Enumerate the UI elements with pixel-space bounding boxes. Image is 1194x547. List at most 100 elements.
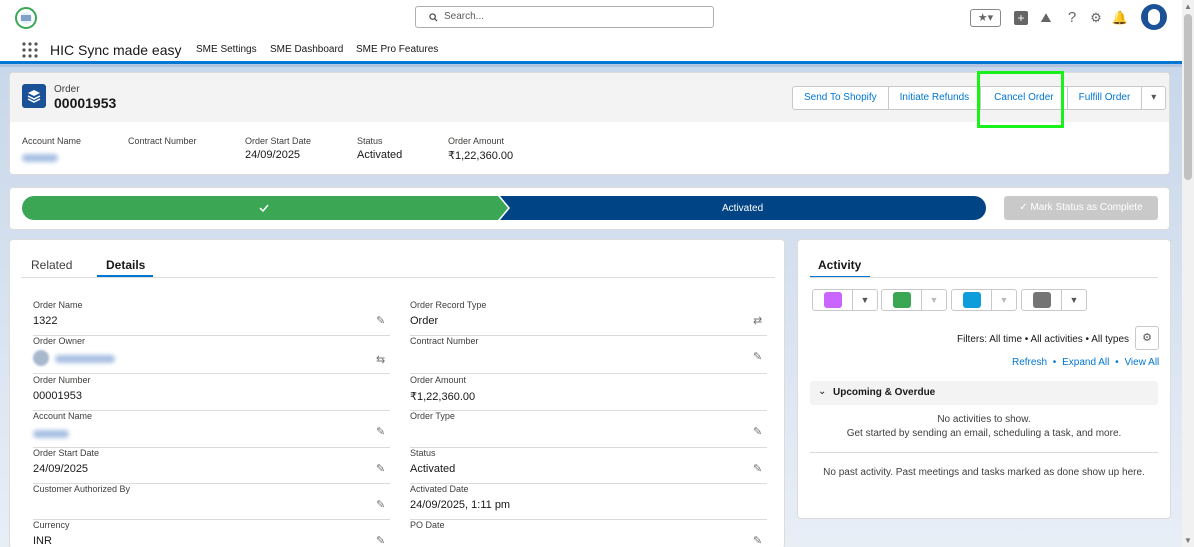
nav-item-sme-dashboard[interactable]: SME Dashboard [270,44,343,55]
user-avatar[interactable] [1141,4,1167,30]
app-name: HIC Sync made easy [50,42,182,58]
field-label: Customer Authorized By [33,484,131,494]
view-all-link[interactable]: View All [1124,357,1159,368]
account-name-blurred-value[interactable] [22,154,58,162]
edit-pencil-icon[interactable]: ✎ [376,462,386,475]
field-label: Status [357,136,383,146]
phone-icon [952,290,992,310]
field-value: 24/09/2025 [33,463,89,475]
send-to-shopify-button[interactable]: Send To Shopify [792,86,889,110]
edit-pencil-icon[interactable]: ✎ [753,350,763,363]
field-status: Status Activated ✎ [410,448,767,484]
app-launcher-icon[interactable] [22,42,38,58]
field-label: Contract Number [128,136,197,146]
edit-pencil-icon[interactable]: ✎ [376,314,386,327]
filter-settings-gear-icon[interactable]: ⚙ [1135,326,1159,350]
field-label: Order Record Type [410,300,487,310]
checkmark-icon: ✓ [1019,202,1028,213]
nav-item-sme-pro-features[interactable]: SME Pro Features [356,44,438,55]
edit-pencil-icon[interactable]: ✎ [376,534,386,547]
chevron-down-icon[interactable]: ▼ [853,290,877,310]
global-add-icon[interactable]: + [1012,9,1030,27]
field-value: ₹1,22,360.00 [448,150,514,162]
separator-dot: • [1115,357,1119,368]
field-order-type: Order Type ✎ [410,411,767,448]
account-name-blurred-link[interactable] [33,430,69,438]
order-object-icon [22,84,46,108]
edit-pencil-icon[interactable]: ✎ [376,425,386,438]
search-placeholder: Search... [444,11,485,22]
edit-pencil-icon[interactable]: ✎ [753,462,763,475]
refresh-link[interactable]: Refresh [1012,357,1047,368]
separator-dot: • [1052,357,1057,368]
checkmark-icon [259,204,269,212]
scrollbar-thumb[interactable] [1184,14,1192,180]
chevron-down-icon[interactable]: ▼ [992,290,1016,310]
field-value: Activated [410,463,456,475]
active-tab-indicator [97,275,153,277]
calendar-icon [813,290,853,310]
upcoming-overdue-section[interactable]: ⌄ Upcoming & Overdue [810,381,1158,405]
activity-filters-text: Filters: All time • All activities • All… [957,334,1130,345]
highlight-field-order-start-date: Order Start Date 24/09/2025 [245,136,311,161]
edit-pencil-icon[interactable]: ✎ [376,498,386,511]
new-task-button[interactable]: ▼ [881,289,947,311]
field-order-record-type: Order Record Type Order ⇄ [410,300,767,336]
field-label: Order Start Date [33,448,100,458]
edit-pencil-icon[interactable]: ✎ [753,534,763,547]
field-order-number: Order Number 00001953 [33,375,390,411]
notifications-bell-icon[interactable]: 🔔 [1111,9,1129,27]
field-value: 1322 [33,315,58,327]
fulfill-order-button[interactable]: Fulfill Order [1066,86,1143,110]
activity-links: Refresh • Expand All • View All [1012,357,1159,368]
path-step-completed[interactable] [22,196,508,220]
activity-section-divider [810,452,1158,453]
global-search-input[interactable]: Search... [415,6,714,28]
setup-gear-icon[interactable]: ⚙ [1087,9,1105,27]
send-email-button[interactable]: ▼ [1021,289,1087,311]
highlight-field-status: Status Activated [357,136,402,161]
tab-related[interactable]: Related [31,258,72,272]
field-value: Activated [357,149,403,161]
trailhead-icon[interactable]: ⛰ [1037,9,1055,27]
more-actions-chevron-down-icon[interactable]: ▾ [1141,86,1167,110]
new-event-button[interactable]: ▼ [812,289,878,311]
field-customer-authorized-by: Customer Authorized By ✎ [33,484,390,520]
change-record-type-icon[interactable]: ⇄ [753,314,763,327]
field-label: PO Date [410,520,445,530]
tab-details[interactable]: Details [106,258,145,272]
help-icon[interactable]: ? [1063,9,1081,27]
activity-title: Activity [818,258,862,272]
expand-all-link[interactable]: Expand All [1062,357,1109,368]
log-call-button[interactable]: ▼ [951,289,1017,311]
upcoming-overdue-label: Upcoming & Overdue [833,387,936,398]
no-activities-message: No activities to show. [937,414,1031,425]
chevron-down-icon[interactable]: ▼ [922,290,946,310]
app-logo[interactable] [12,6,40,30]
path-step-current[interactable]: Activated [500,196,986,220]
field-account-name: Account Name ✎ [33,411,390,448]
field-order-start-date: Order Start Date 24/09/2025 ✎ [33,448,390,484]
field-value: INR [33,535,52,547]
field-label: Account Name [33,411,93,421]
favorites-star-icon[interactable]: ★▾ [970,9,1001,27]
scroll-down-icon[interactable]: ▼ [1184,536,1192,545]
owner-avatar [33,350,49,366]
highlight-field-contract-number: Contract Number [128,136,197,146]
field-label: Currency [33,520,70,530]
field-label: Order Start Date [245,136,312,146]
field-activated-date: Activated Date 24/09/2025, 1:11 pm [410,484,767,520]
field-value: 24/09/2025 [245,149,301,161]
mark-status-complete-button[interactable]: ✓ Mark Status as Complete [1004,196,1158,220]
chevron-down-icon[interactable]: ▼ [1062,290,1086,310]
path-step-label: Activated [722,203,764,214]
field-label: Order Name [33,300,83,310]
nav-item-sme-settings[interactable]: SME Settings [196,44,257,55]
no-past-activity-message: No past activity. Past meetings and task… [823,467,1145,478]
tabs-divider [21,277,775,278]
owner-blurred-value[interactable] [55,355,115,363]
edit-pencil-icon[interactable]: ✎ [753,425,763,438]
change-owner-icon[interactable]: ⇆ [376,353,386,366]
scroll-up-icon[interactable]: ▲ [1184,2,1192,11]
initiate-refunds-button[interactable]: Initiate Refunds [887,86,982,110]
